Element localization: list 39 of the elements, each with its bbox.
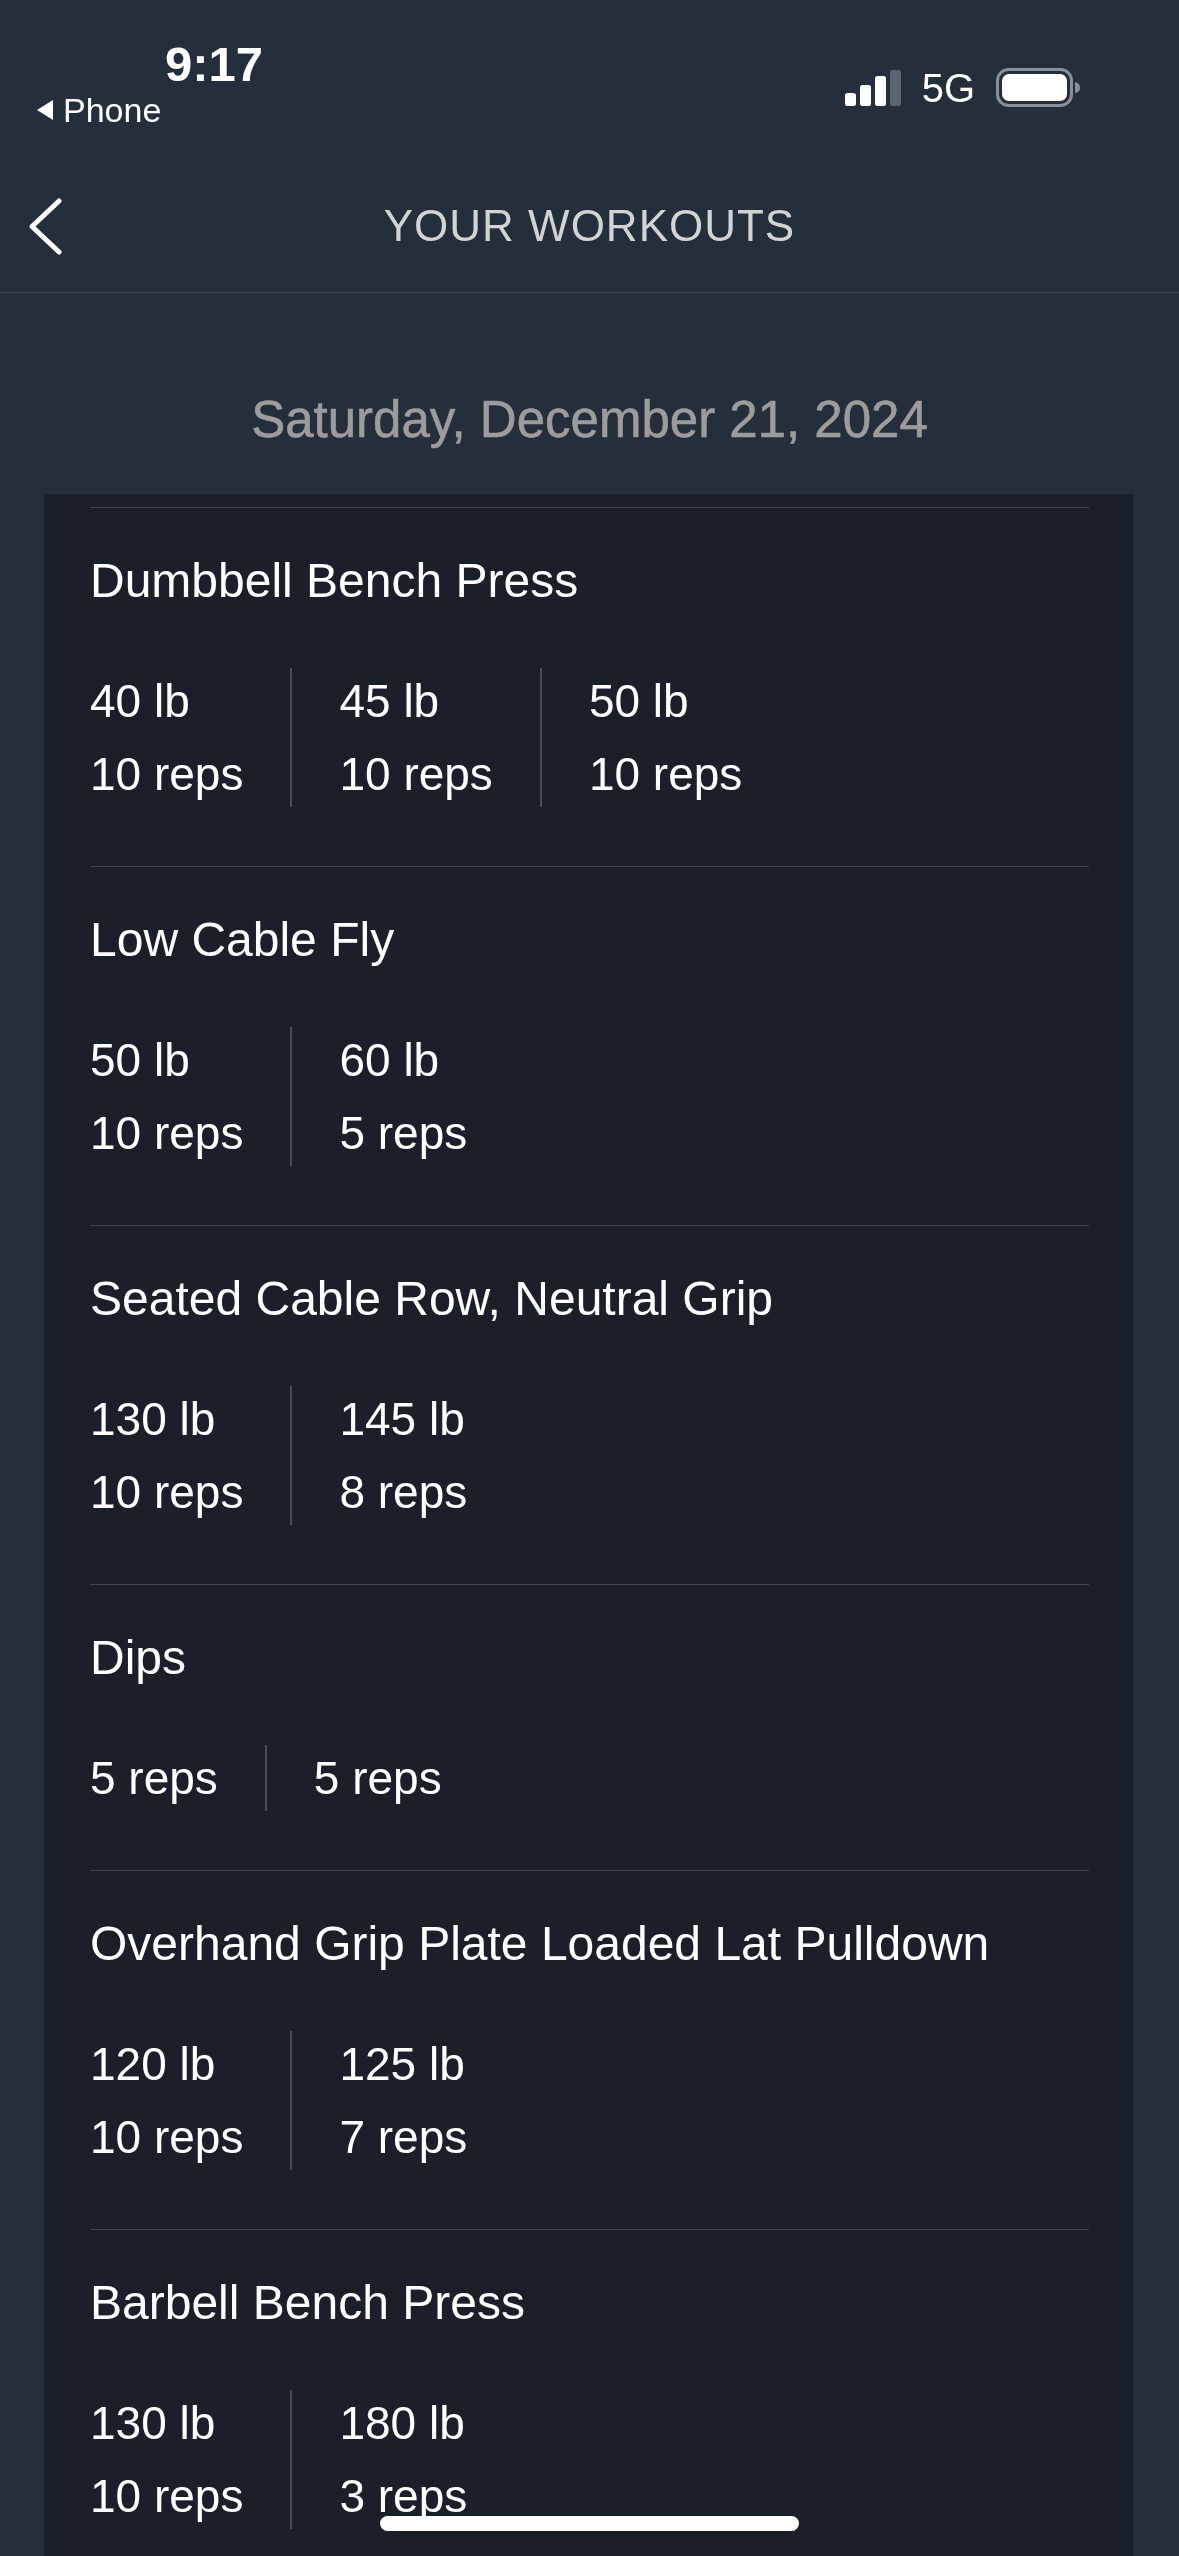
- set-weight: 40 lb: [90, 674, 190, 729]
- exercise-name: Barbell Bench Press: [90, 2275, 526, 2331]
- exercise-name: Low Cable Fly: [90, 912, 396, 968]
- exercise-name: Overhand Grip Plate Loaded Lat Pulldown: [90, 1916, 991, 1972]
- set-reps: 10 reps: [90, 2110, 244, 2165]
- battery-icon: [996, 68, 1080, 107]
- back-to-app-button[interactable]: Phone: [37, 92, 162, 128]
- left-triangle-icon: [37, 100, 53, 120]
- exercise-name: Dumbbell Bench Press: [90, 553, 580, 609]
- set-reps: 10 reps: [339, 747, 493, 802]
- set-weight: 50 lb: [90, 1033, 190, 1088]
- set-weight: 50 lb: [588, 674, 689, 729]
- chevron-left-icon[interactable]: [28, 197, 62, 255]
- signal-bars-icon: [844, 69, 901, 106]
- set-weight: 130 lb: [90, 2396, 216, 2451]
- set-weight: 180 lb: [339, 2396, 465, 2451]
- set-weight: 130 lb: [90, 1392, 216, 1447]
- set-reps: 10 reps: [588, 747, 743, 802]
- network-type-label: 5G: [921, 67, 975, 108]
- set-reps: 10 reps: [90, 1106, 244, 1161]
- set-reps: 5 reps: [313, 1751, 442, 1806]
- status-time: 9:17: [165, 36, 264, 92]
- exercise-name: Dips: [90, 1630, 188, 1686]
- set-weight: 60 lb: [339, 1033, 440, 1088]
- set-reps: 7 reps: [339, 2110, 468, 2165]
- set-weight: 125 lb: [339, 2037, 465, 2092]
- set-reps: 10 reps: [90, 2469, 244, 2524]
- set-reps: 10 reps: [90, 747, 244, 802]
- set-reps: 5 reps: [339, 1106, 468, 1161]
- set-reps: 3 reps: [339, 2469, 468, 2524]
- set-reps: 5 reps: [90, 1751, 218, 1806]
- set-weight: 45 lb: [339, 674, 440, 729]
- set-reps: 8 reps: [339, 1465, 468, 1520]
- screen-title: YOUR WORKOUTS: [383, 200, 796, 252]
- set-weight: 145 lb: [339, 1392, 465, 1447]
- workout-date: Saturday, December 21, 2024: [251, 390, 928, 450]
- exercise-name: Seated Cable Row, Neutral Grip: [90, 1271, 774, 1327]
- set-weight: 120 lb: [90, 2037, 216, 2092]
- set-reps: 10 reps: [90, 1465, 244, 1520]
